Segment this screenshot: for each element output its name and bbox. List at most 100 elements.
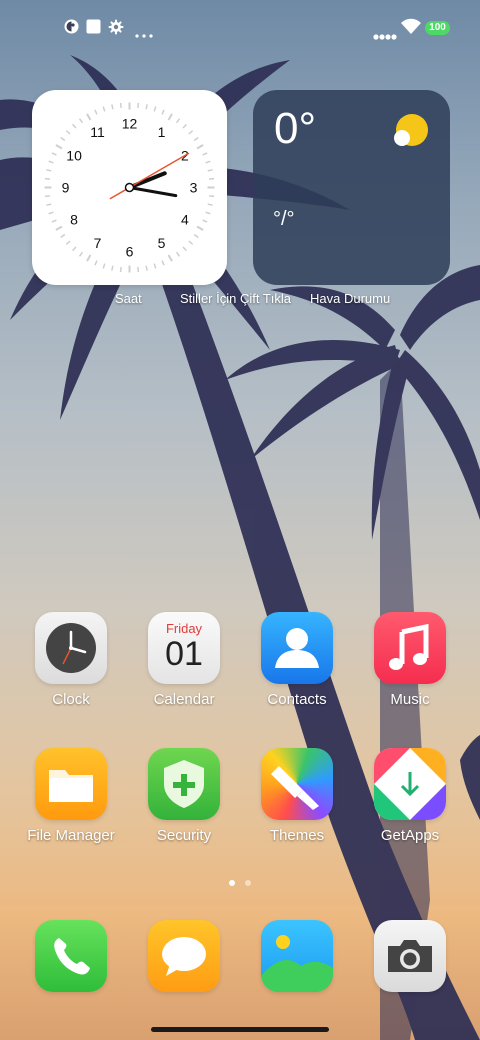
clock-tick [137, 102, 140, 109]
clock-tick [44, 195, 51, 198]
clock-tick [55, 225, 63, 231]
weather-widget-label: Hava Durumu [310, 291, 391, 306]
clock-tick [51, 219, 57, 223]
getapps-icon [374, 748, 446, 820]
clock-tick [111, 265, 114, 271]
clock-tick [182, 246, 187, 252]
clock-tick [78, 118, 84, 124]
gear-icon [108, 19, 124, 40]
clock-tick [153, 106, 157, 112]
clock-widget-label: Saat [115, 291, 142, 306]
app-themes[interactable]: Themes [247, 748, 347, 844]
clock-numeral: 12 [122, 116, 138, 132]
gallery-icon[interactable] [261, 920, 333, 992]
app-label: Contacts [267, 691, 327, 708]
contacts-app-icon [261, 612, 333, 684]
clock-tick [145, 265, 148, 271]
folder-icon [35, 748, 107, 820]
clock-tick [207, 203, 213, 206]
clock-tick [48, 160, 54, 164]
clock-tick [46, 169, 52, 172]
battery-level: 100 [429, 22, 446, 33]
clock-tick [65, 130, 71, 135]
app-calendar[interactable]: Friday 01 Calendar [134, 612, 234, 708]
clock-numeral: 5 [158, 235, 166, 251]
app-label: File Manager [27, 827, 115, 844]
calendar-day: Friday [165, 621, 203, 636]
app-label: GetApps [380, 827, 440, 844]
clock-tick [94, 109, 98, 115]
clock-tick [78, 251, 84, 257]
weather-range: °/° [273, 208, 295, 230]
clock-tick [202, 152, 208, 156]
clock-app-icon [35, 612, 107, 684]
clock-numeral: 1 [158, 124, 166, 140]
app-music[interactable]: Music [360, 612, 460, 708]
clock-tick [161, 109, 165, 115]
clock-tick [182, 123, 187, 129]
signal-dots-icon [373, 27, 397, 45]
clock-tick [208, 195, 215, 198]
clock-widget[interactable]: 121234567891011 [32, 90, 227, 285]
clock-tick [86, 254, 92, 262]
app-security[interactable]: Security [134, 748, 234, 844]
clock-numeral: 3 [190, 180, 198, 196]
clock-tick [102, 263, 106, 269]
clock-tick [188, 130, 194, 135]
clock-tick [60, 233, 66, 239]
clock-tick [193, 136, 199, 142]
calendar-date: 01 [165, 635, 203, 673]
clock-tick [175, 118, 181, 124]
more-dots-icon [135, 25, 153, 43]
app-file-manager[interactable]: File Manager [21, 748, 121, 844]
app-label: Calendar [153, 691, 215, 708]
clock-tick [167, 254, 173, 262]
clock-tick [111, 104, 114, 110]
clock-tick [188, 240, 194, 245]
clock-numeral: 4 [181, 212, 189, 228]
clock-center [124, 182, 135, 193]
clock-numeral: 9 [62, 180, 70, 196]
calendar-app-icon: Friday 01 [148, 612, 220, 684]
messages-icon[interactable] [148, 920, 220, 992]
app-getapps[interactable]: GetApps [360, 748, 460, 844]
clock-tick [137, 266, 140, 273]
clock-tick [175, 251, 181, 257]
clock-tick [205, 211, 211, 215]
clock-numeral: 6 [126, 244, 134, 260]
app-label: Themes [269, 827, 325, 844]
app-label: Clock [52, 691, 90, 708]
clock-tick [202, 219, 208, 223]
clock-tick [145, 104, 148, 110]
page-dot [245, 880, 251, 886]
clock-tick [196, 225, 204, 231]
clock-tick [161, 260, 165, 266]
themes-brush-icon [261, 748, 333, 820]
clock-tick [46, 203, 52, 206]
camera-icon[interactable] [374, 920, 446, 992]
clock-tick [207, 169, 213, 172]
clock-hour-hand [127, 171, 167, 190]
page-dot-active [229, 880, 235, 886]
clock-tick [60, 136, 66, 142]
clock-numeral: 7 [94, 235, 102, 251]
clock-tick [119, 266, 122, 273]
clock-tick [51, 152, 57, 156]
clock-tick [94, 260, 98, 266]
phone-icon[interactable] [35, 920, 107, 992]
clock-tick [102, 106, 106, 112]
widget-style-hint: Stiller İçin Çift Tıkla [180, 291, 292, 306]
clock-numeral: 11 [90, 124, 105, 140]
analog-clock-face: 121234567891011 [44, 102, 215, 273]
app-clock[interactable]: Clock [21, 612, 121, 708]
battery-indicator: 100 [425, 21, 450, 35]
app-contacts[interactable]: Contacts [247, 612, 347, 708]
square-notification-icon [86, 19, 101, 39]
home-indicator-bar[interactable] [151, 1027, 329, 1032]
clock-tick [72, 246, 77, 252]
home-screen: 100 121234567891011 Saat 0° °/° Stiller … [0, 0, 480, 1040]
clock-tick [193, 233, 199, 239]
clock-tick [48, 211, 54, 215]
clock-tick [55, 144, 63, 150]
app-label: Security [156, 827, 212, 844]
